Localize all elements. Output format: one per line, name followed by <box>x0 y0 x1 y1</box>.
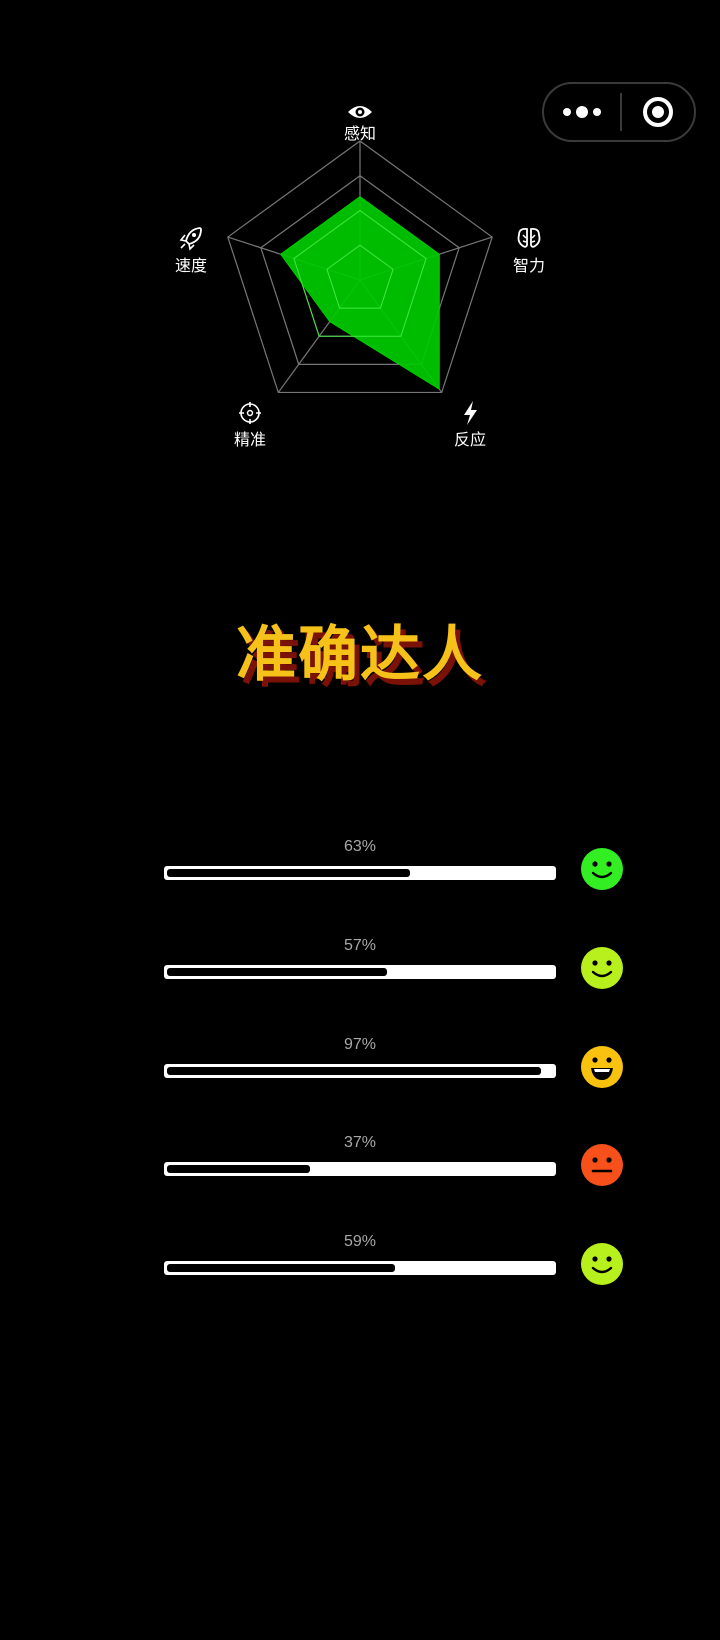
progress-track <box>164 1261 556 1275</box>
smile-face-icon <box>581 1243 623 1285</box>
rank-title: 准确达人 <box>236 620 484 690</box>
lightning-icon <box>464 401 477 425</box>
score-percent-label: 57% <box>343 937 377 954</box>
rocket-icon <box>179 227 202 251</box>
radar-axis-label: 精准 <box>234 430 266 449</box>
radar-axis-label: 速度 <box>175 256 207 275</box>
brain-icon <box>517 227 541 248</box>
progress-fill <box>167 968 387 976</box>
crosshair-icon <box>239 402 261 424</box>
neutral-face-icon <box>581 1144 623 1186</box>
progress-track <box>164 1064 556 1078</box>
radar-axis-label: 感知 <box>344 124 376 143</box>
score-percent-label: 63% <box>343 838 377 855</box>
score-percent-label: 97% <box>343 1036 377 1053</box>
radar-axis-label: 反应 <box>454 430 486 449</box>
score-percent-label: 59% <box>343 1233 377 1250</box>
progress-track <box>164 1162 556 1176</box>
progress-fill <box>167 1165 310 1173</box>
smile-face-icon <box>581 947 623 989</box>
progress-fill <box>167 1067 541 1075</box>
radar-axis-label: 智力 <box>513 256 545 275</box>
eye-icon <box>348 106 372 118</box>
score-bar-row: 63% <box>164 838 624 898</box>
grin-face-icon <box>581 1046 623 1088</box>
score-bar-row: 37% <box>164 1134 624 1194</box>
progress-track <box>164 965 556 979</box>
score-bar-row: 97% <box>164 1036 624 1096</box>
progress-fill <box>167 869 410 877</box>
score-percent-label: 37% <box>343 1134 377 1151</box>
score-bar-row: 59% <box>164 1233 624 1293</box>
score-bar-row: 57% <box>164 937 624 997</box>
progress-fill <box>167 1264 395 1272</box>
progress-track <box>164 866 556 880</box>
ability-radar-chart: 感知智力反应 精准 速度 <box>175 106 545 449</box>
smile-face-icon <box>581 848 623 890</box>
